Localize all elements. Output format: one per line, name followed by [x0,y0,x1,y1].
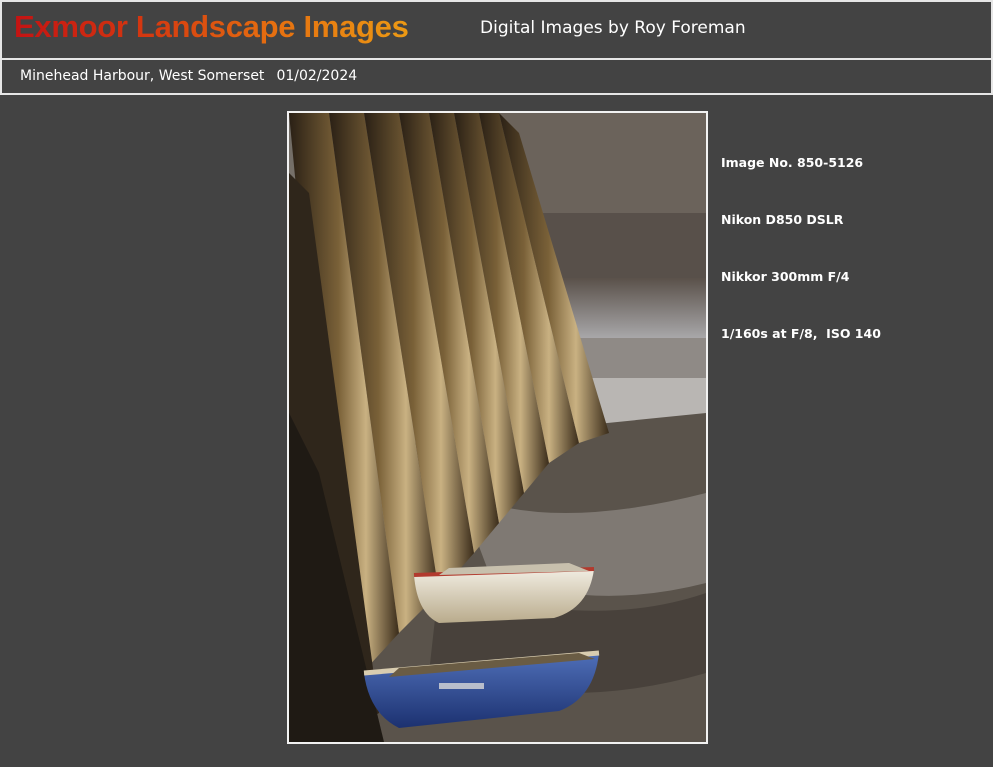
image-caption: Minehead Harbour, West Somerset 01/02/202… [20,68,357,84]
site-header: Exmoor Landscape Images Digital Images b… [0,0,993,58]
lens-model: Nikkor 300mm F/4 [721,269,850,284]
caption-location: Minehead Harbour, West Somerset [20,68,265,84]
caption-bar: Minehead Harbour, West Somerset 01/02/202… [0,60,993,93]
site-subtitle: Digital Images by Roy Foreman [480,18,746,38]
photo-illustration [289,113,706,742]
caption-divider [0,93,993,95]
caption-date: 01/02/2024 [276,68,358,84]
site-title[interactable]: Exmoor Landscape Images [14,9,409,45]
image-details: Image No. 850-5126 Nikon D850 DSLR Nikko… [721,115,881,381]
photo [287,111,708,744]
camera-model: Nikon D850 DSLR [721,212,844,227]
page: Exmoor Landscape Images Digital Images b… [0,0,993,767]
exposure-settings: 1/160s at F/8, ISO 140 [721,326,881,341]
image-number: Image No. 850-5126 [721,155,864,170]
